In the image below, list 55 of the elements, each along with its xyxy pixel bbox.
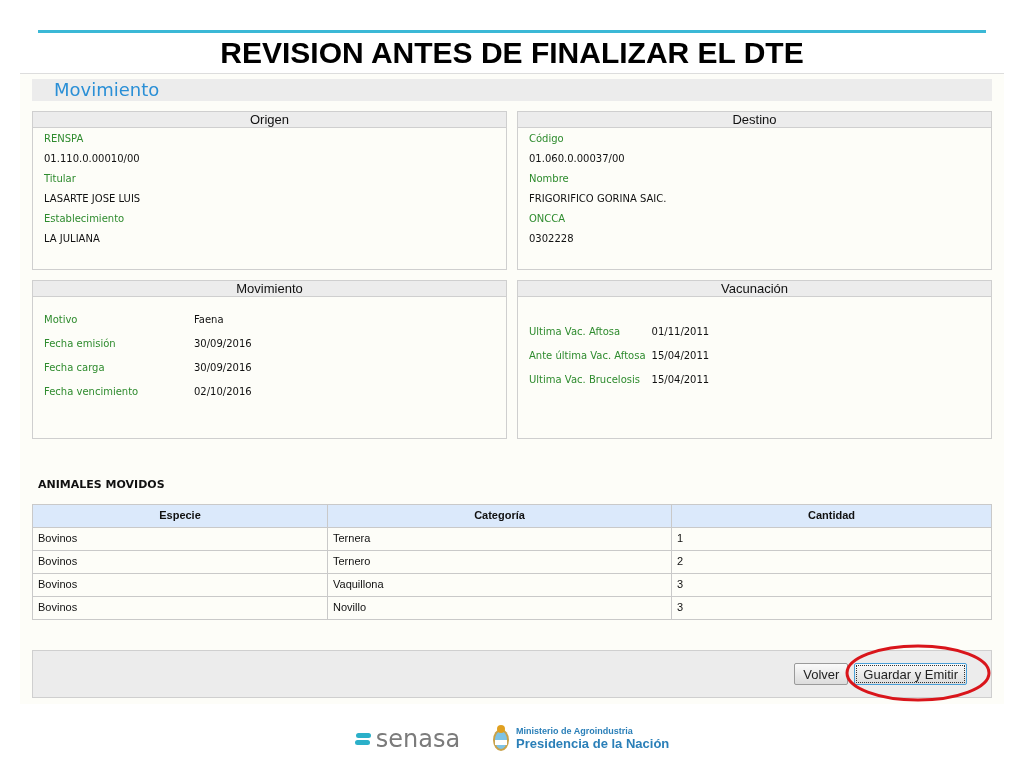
column-header: Especie <box>32 504 328 527</box>
field-label: Motivo <box>44 313 79 327</box>
panel-header: Origen <box>33 112 506 128</box>
field-label: Fecha vencimiento <box>44 385 140 399</box>
field-value: 30/09/2016 <box>194 361 253 375</box>
field-value: 0302228 <box>529 232 575 246</box>
field-value: 01.110.0.00010/00 <box>44 152 141 166</box>
field-value: LA JULIANA <box>44 232 101 246</box>
table-cell: 2 <box>671 550 992 573</box>
brand-logo-icon <box>354 731 371 746</box>
table-cell: Bovinos <box>32 596 328 619</box>
field-label: Ultima Vac. Brucelosis <box>529 373 641 387</box>
field-label: Titular <box>44 172 77 186</box>
presidency-name: Presidencia de la Nación <box>516 736 670 751</box>
field-value: 01/11/2011 <box>651 325 711 339</box>
table-title: ANIMALES MOVIDOS <box>38 477 166 493</box>
table-cell: Ternero <box>327 550 672 573</box>
table-cell: Ternera <box>327 527 672 550</box>
coat-of-arms-icon <box>492 723 511 754</box>
field-label: Ultima Vac. Aftosa <box>529 325 622 339</box>
brand-name: senasa <box>375 725 461 752</box>
field-value: 30/09/2016 <box>194 337 253 351</box>
table-cell: Novillo <box>327 596 672 619</box>
table-cell: Bovinos <box>32 573 328 596</box>
ministry-name: Ministerio de Agroindustria <box>516 726 634 736</box>
field-label: ONCCA <box>529 212 567 226</box>
table-cell: 3 <box>671 573 992 596</box>
table-cell: Bovinos <box>32 527 328 550</box>
field-label: Fecha emisión <box>44 337 117 351</box>
field-label: Nombre <box>529 172 570 186</box>
field-value: 15/04/2011 <box>651 373 711 387</box>
action-button[interactable]: Guardar y Emitir <box>854 663 967 686</box>
table-cell: Vaquillona <box>327 573 672 596</box>
field-value: 02/10/2016 <box>194 385 253 399</box>
section-title: Movimiento <box>54 79 160 101</box>
slide-title: REVISION ANTES DE FINALIZAR EL DTE <box>220 35 804 71</box>
table-cell: 1 <box>671 527 992 550</box>
field-value: FRIGORIFICO GORINA SAIC. <box>529 192 668 206</box>
column-header: Cantidad <box>671 504 992 527</box>
field-label: RENSPA <box>44 132 85 146</box>
table-cell: 3 <box>671 596 992 619</box>
field-value: 01.060.0.00037/00 <box>529 152 626 166</box>
action-button[interactable]: Volver <box>794 663 849 686</box>
panel-header: Destino <box>518 112 991 128</box>
field-label: Establecimiento <box>44 212 126 226</box>
column-header: Categoría <box>327 504 672 527</box>
field-label: Fecha carga <box>44 361 106 375</box>
field-label: Código <box>529 132 565 146</box>
field-value: Faena <box>194 313 225 327</box>
field-value: LASARTE JOSE LUIS <box>44 192 142 206</box>
panel-header: Vacunación <box>518 281 991 297</box>
field-value: 15/04/2011 <box>651 349 711 363</box>
table-cell: Bovinos <box>32 550 328 573</box>
field-label: Ante última Vac. Aftosa <box>529 349 646 363</box>
panel-header: Movimiento <box>33 281 506 297</box>
